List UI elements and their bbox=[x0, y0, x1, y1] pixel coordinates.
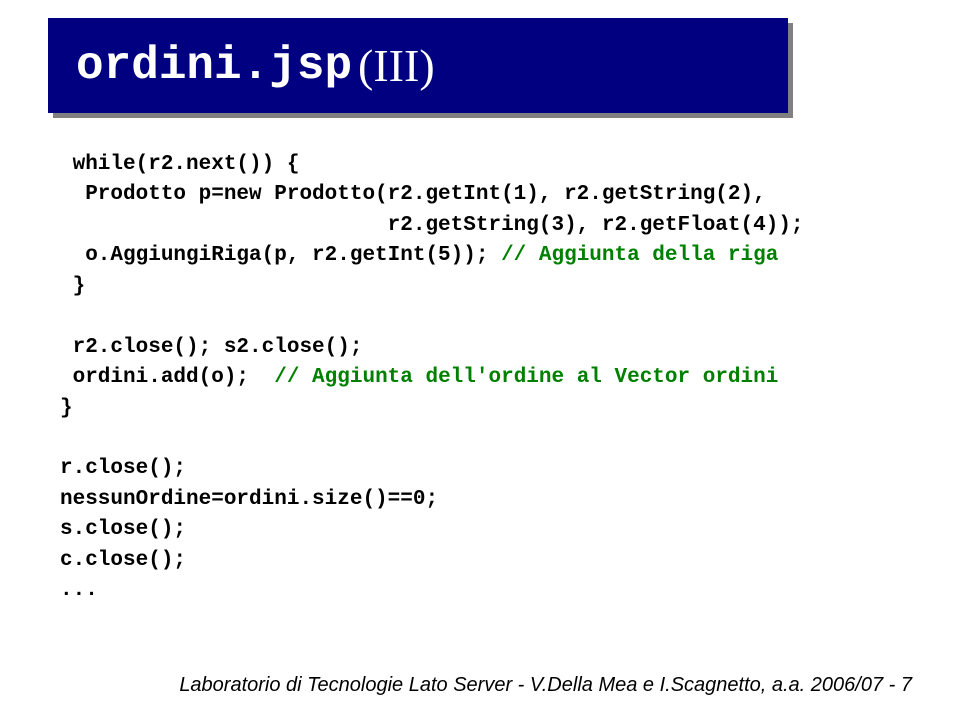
code-line: while(r2.next()) { bbox=[60, 153, 299, 176]
code-line: } bbox=[60, 275, 85, 298]
code-line: ordini.add(o); bbox=[60, 366, 274, 389]
code-comment: // Aggiunta dell'ordine al Vector ordini bbox=[274, 366, 778, 389]
slide-title-bar: ordini.jsp (III) bbox=[48, 18, 788, 113]
code-line: r2.getString(3), r2.getFloat(4)); bbox=[60, 214, 804, 237]
code-line: s.close(); bbox=[60, 518, 186, 541]
code-line: c.close(); bbox=[60, 549, 186, 572]
code-block: while(r2.next()) { Prodotto p=new Prodot… bbox=[60, 150, 900, 607]
code-line: r.close(); bbox=[60, 457, 186, 480]
title-roman: (III) bbox=[358, 39, 435, 92]
code-line: o.AggiungiRiga(p, r2.getInt(5)); bbox=[60, 244, 501, 267]
title-code: ordini.jsp bbox=[76, 40, 352, 92]
code-line: r2.close(); s2.close(); bbox=[60, 336, 362, 359]
code-line: Prodotto p=new Prodotto(r2.getInt(1), r2… bbox=[60, 183, 766, 206]
code-line: nessunOrdine=ordini.size()==0; bbox=[60, 488, 438, 511]
code-line: ... bbox=[60, 579, 98, 602]
slide-footer: Laboratorio di Tecnologie Lato Server - … bbox=[179, 674, 912, 697]
code-line: } bbox=[60, 397, 73, 420]
code-comment: // Aggiunta della riga bbox=[501, 244, 778, 267]
